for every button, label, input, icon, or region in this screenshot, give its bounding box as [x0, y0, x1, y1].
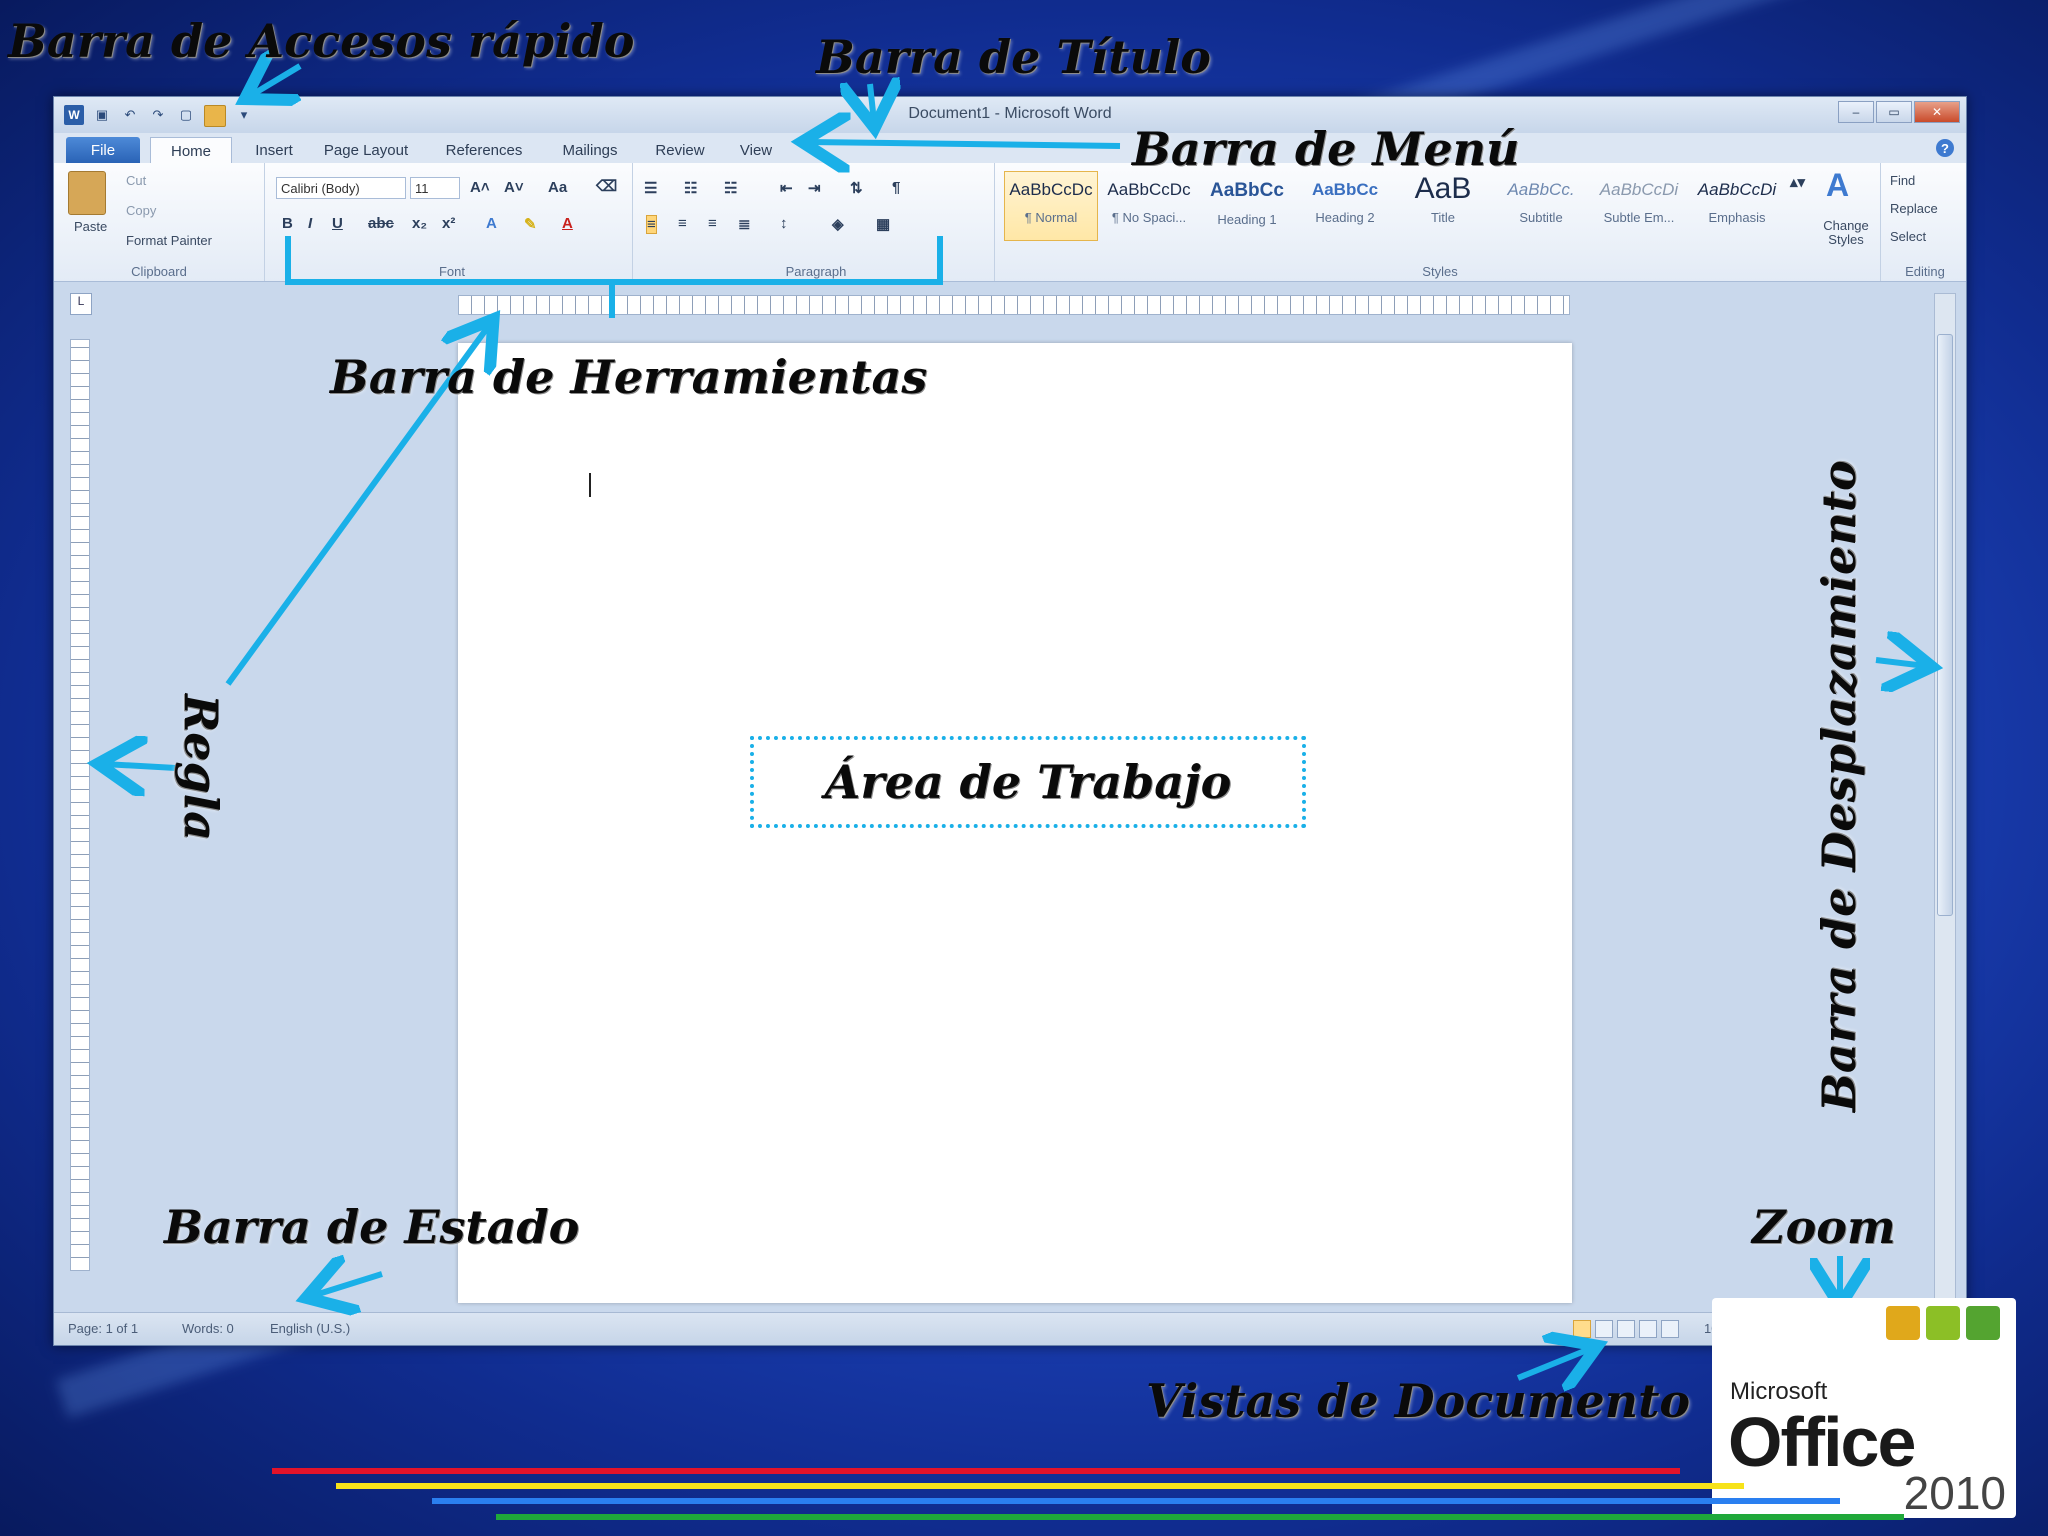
office-squares-icon — [1886, 1306, 2000, 1340]
office-2010-logo: Microsoft Office 2010 — [1712, 1298, 2016, 1519]
label-title-bar: Barra de Título — [816, 30, 1211, 84]
green-line — [496, 1514, 1904, 1520]
red-line — [272, 1468, 1680, 1474]
arrow-status-bar — [312, 1274, 383, 1296]
logo-year: 2010 — [1903, 1467, 2006, 1519]
work-area-box: Área de Trabajo — [750, 736, 1306, 828]
blue-line — [432, 1498, 1840, 1504]
arrow-quick-access — [250, 66, 302, 96]
label-quick-access: Barra de Accesos rápido — [8, 14, 635, 68]
arrow-ruler — [104, 764, 177, 768]
yellow-line — [336, 1483, 1744, 1489]
label-toolbar: Barra de Herramientas — [330, 350, 928, 404]
arrow-title-bar — [870, 84, 874, 122]
toolbar-bracket — [285, 236, 943, 318]
label-scrollbar: Barra de Desplazamiento — [1812, 460, 1866, 1112]
arrow-scrollbar — [1875, 660, 1926, 666]
label-work-area: Área de Trabajo — [824, 755, 1232, 809]
arrow-menu-bar — [808, 142, 1121, 146]
label-menu-bar: Barra de Menú — [1132, 122, 1520, 176]
label-ruler: Regla — [174, 694, 228, 841]
label-status-bar: Barra de Estado — [164, 1200, 580, 1254]
label-zoom: Zoom — [1752, 1200, 1896, 1254]
label-document-views: Vistas de Documento — [1146, 1374, 1691, 1428]
logo-product: Office — [1728, 1403, 1916, 1481]
